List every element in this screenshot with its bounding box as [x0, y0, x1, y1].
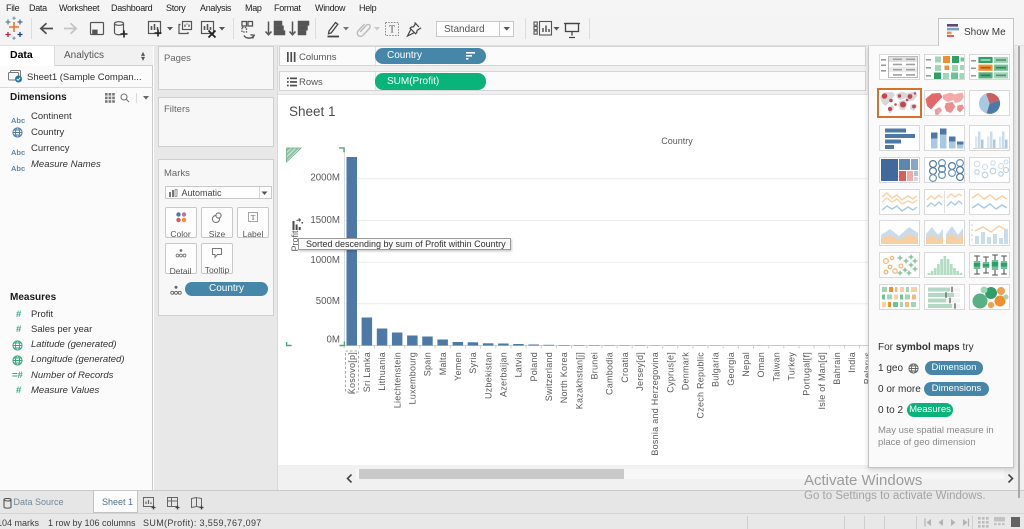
svg-text:T: T: [251, 213, 256, 222]
svg-text:Bosnia and Herzegovina: Bosnia and Herzegovina: [650, 352, 660, 456]
svg-text:Kazakhstan[j]: Kazakhstan[j]: [574, 352, 584, 409]
svg-text:North Korea: North Korea: [559, 352, 569, 403]
svg-text:Yemen: Yemen: [453, 352, 463, 381]
svg-text:Switzerland: Switzerland: [544, 352, 554, 401]
svg-text:Oman: Oman: [756, 352, 766, 378]
svg-text:Azerbaijan: Azerbaijan: [499, 352, 509, 397]
svg-text:Malta: Malta: [438, 352, 448, 375]
svg-text:Luxembourg: Luxembourg: [408, 352, 418, 405]
svg-text:Bahrain: Bahrain: [832, 352, 842, 385]
svg-text:Cambodia: Cambodia: [605, 352, 615, 395]
svg-text:Latvia: Latvia: [514, 352, 524, 378]
svg-text:1000M: 1000M: [310, 255, 340, 266]
svg-text:Brunei: Brunei: [590, 352, 600, 380]
svg-text:Lithuania: Lithuania: [377, 352, 387, 391]
svg-text:Poland: Poland: [529, 352, 539, 382]
svg-text:T: T: [389, 25, 395, 36]
svg-text:1500M: 1500M: [310, 215, 340, 226]
svg-text:0M: 0M: [327, 335, 340, 346]
svg-text:Country: Country: [661, 136, 693, 146]
svg-text:Taiwan: Taiwan: [771, 352, 781, 382]
svg-text:India: India: [847, 352, 857, 373]
svg-text:2000M: 2000M: [310, 173, 340, 184]
svg-text:Denmark: Denmark: [680, 352, 690, 391]
svg-text:Bulgaria: Bulgaria: [711, 352, 721, 387]
svg-text:Isle of Man[d]: Isle of Man[d]: [817, 352, 827, 410]
svg-text:Cyprus[e]: Cyprus[e]: [665, 352, 675, 393]
svg-text:Turkey: Turkey: [787, 352, 797, 381]
svg-text:Nepal: Nepal: [741, 352, 751, 377]
svg-text:Jersey[d]: Jersey[d]: [635, 352, 645, 391]
svg-text:Uzbekistan: Uzbekistan: [483, 352, 493, 399]
svg-text:500M: 500M: [316, 296, 340, 307]
svg-text:Spain: Spain: [423, 352, 433, 376]
svg-text:Sri Lanka: Sri Lanka: [362, 352, 372, 392]
svg-text:Czech Republic: Czech Republic: [696, 352, 706, 419]
svg-text:Portugal[f]: Portugal[f]: [802, 352, 812, 396]
svg-text:Liechtenstein: Liechtenstein: [392, 352, 402, 408]
svg-text:Croatia: Croatia: [620, 352, 630, 383]
svg-text:Georgia: Georgia: [726, 352, 736, 386]
svg-text:Standard: Standard: [444, 24, 485, 35]
svg-text:Kosovo[p]: Kosovo[p]: [347, 352, 357, 394]
svg-text:Sheet 1: Sheet 1: [289, 104, 336, 119]
svg-text:Syria: Syria: [468, 352, 478, 374]
